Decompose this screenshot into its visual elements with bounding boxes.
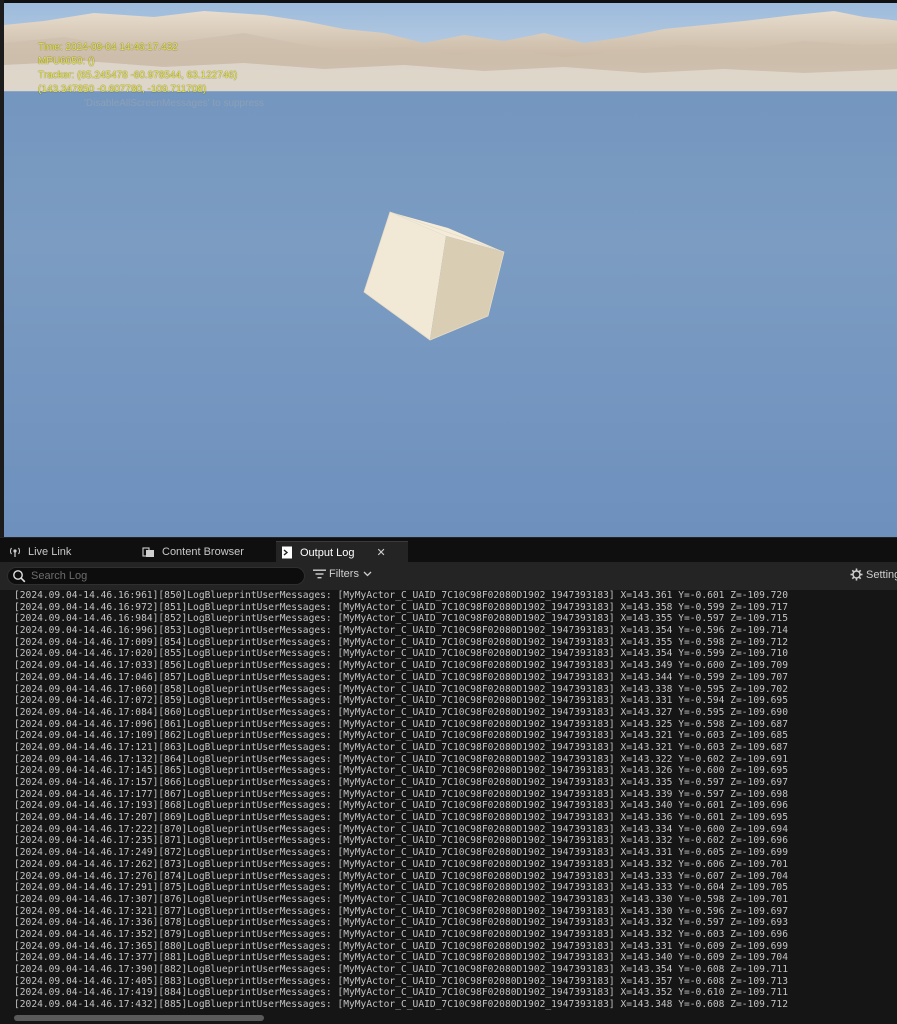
debug-tracker-line: Tracker: (65.245478 -60.978544, 63.12274… — [38, 70, 238, 81]
settings-button[interactable]: Settings — [850, 568, 897, 581]
suppress-hint: 'DisableAllScreenMessages' to suppress — [84, 98, 265, 109]
search-box[interactable] — [7, 567, 305, 585]
log-line[interactable]: [2024.09.04-14.46.17:177][867]LogBluepri… — [14, 789, 788, 801]
output-log-toolbar: Filters Settings — [0, 562, 897, 590]
output-log-panel[interactable]: [2024.09.04-14.46.16:961][850]LogBluepri… — [0, 590, 897, 1024]
log-line[interactable]: [2024.09.04-14.46.17:222][870]LogBluepri… — [14, 824, 788, 836]
log-line[interactable]: [2024.09.04-14.46.17:352][879]LogBluepri… — [14, 929, 788, 941]
tab-live-link[interactable]: Live Link — [8, 541, 71, 563]
log-line[interactable]: [2024.09.04-14.46.17:207][869]LogBluepri… — [14, 812, 788, 824]
log-line[interactable]: [2024.09.04-14.46.17:060][858]LogBluepri… — [14, 684, 788, 696]
search-input[interactable] — [31, 570, 281, 582]
log-line[interactable]: [2024.09.04-14.46.17:235][871]LogBluepri… — [14, 835, 788, 847]
chevron-down-icon — [363, 571, 372, 577]
log-line[interactable]: [2024.09.04-14.46.17:084][860]LogBluepri… — [14, 707, 788, 719]
tab-content-browser[interactable]: Content Browser — [142, 541, 244, 563]
live-link-icon — [8, 545, 22, 559]
log-line[interactable]: [2024.09.04-14.46.17:365][880]LogBluepri… — [14, 941, 788, 953]
tab-label: Live Link — [28, 546, 72, 558]
log-line[interactable]: [2024.09.04-14.46.17:132][864]LogBluepri… — [14, 754, 788, 766]
log-line[interactable]: [2024.09.04-14.46.16:984][852]LogBluepri… — [14, 613, 788, 625]
debug-time-line: Time: 2024-09-04 14:46:17.432 — [38, 42, 178, 53]
log-line[interactable]: [2024.09.04-14.46.17:109][862]LogBluepri… — [14, 730, 788, 742]
log-line[interactable]: [2024.09.04-14.46.17:121][863]LogBluepri… — [14, 742, 788, 754]
log-line[interactable]: [2024.09.04-14.46.16:996][853]LogBluepri… — [14, 625, 788, 637]
log-line[interactable]: [2024.09.04-14.46.17:307][876]LogBluepri… — [14, 894, 788, 906]
tab-label: Output Log — [300, 546, 355, 559]
log-line[interactable]: [2024.09.04-14.46.17:096][861]LogBluepri… — [14, 719, 788, 731]
close-icon[interactable]: ✕ — [376, 546, 385, 559]
gear-icon — [850, 568, 863, 581]
log-line[interactable]: [2024.09.04-14.46.17:321][877]LogBluepri… — [14, 906, 788, 918]
level-viewport[interactable]: Time: 2024-09-04 14:46:17.432 MPU6050: (… — [0, 0, 897, 537]
log-line[interactable]: [2024.09.04-14.46.16:972][851]LogBluepri… — [14, 602, 788, 614]
tab-label: Content Browser — [162, 546, 244, 558]
log-line[interactable]: [2024.09.04-14.46.17:072][859]LogBluepri… — [14, 695, 788, 707]
log-line[interactable]: [2024.09.04-14.46.17:262][873]LogBluepri… — [14, 859, 788, 871]
log-line[interactable]: [2024.09.04-14.46.17:046][857]LogBluepri… — [14, 672, 788, 684]
tab-output-log[interactable]: Output Log ✕ — [276, 541, 408, 563]
filters-dropdown[interactable]: Filters — [313, 568, 372, 580]
horizontal-scrollbar[interactable] — [14, 1015, 264, 1021]
settings-label: Settings — [866, 568, 897, 581]
log-line[interactable]: [2024.09.04-14.46.17:419][884]LogBluepri… — [14, 987, 788, 999]
log-line[interactable]: [2024.09.04-14.46.17:405][883]LogBluepri… — [14, 976, 788, 988]
filters-label: Filters — [329, 568, 359, 580]
log-line[interactable]: [2024.09.04-14.46.17:377][881]LogBluepri… — [14, 952, 788, 964]
on-screen-debug-messages: Time: 2024-09-04 14:46:17.432 MPU6050: (… — [38, 41, 237, 97]
log-lines: [2024.09.04-14.46.16:961][850]LogBluepri… — [14, 590, 788, 1011]
log-line[interactable]: [2024.09.04-14.46.17:157][866]LogBluepri… — [14, 777, 788, 789]
debug-mpu-line: MPU6050: () — [38, 56, 95, 67]
cube-actor[interactable] — [360, 208, 510, 344]
log-line[interactable]: [2024.09.04-14.46.17:033][856]LogBluepri… — [14, 660, 788, 672]
search-icon — [12, 569, 26, 583]
debug-position-line: (143.347850 -0.607780, -109.711708) — [38, 84, 207, 95]
log-line[interactable]: [2024.09.04-14.46.17:336][878]LogBluepri… — [14, 917, 788, 929]
log-line[interactable]: [2024.09.04-14.46.16:961][850]LogBluepri… — [14, 590, 788, 602]
content-browser-icon — [142, 545, 156, 559]
log-line[interactable]: [2024.09.04-14.46.17:432][885]LogBluepri… — [14, 999, 788, 1011]
log-line[interactable]: [2024.09.04-14.46.17:020][855]LogBluepri… — [14, 648, 788, 660]
log-line[interactable]: [2024.09.04-14.46.17:291][875]LogBluepri… — [14, 882, 788, 894]
panel-tab-bar: Live Link Content Browser Output Log ✕ — [0, 537, 897, 563]
log-line[interactable]: [2024.09.04-14.46.17:249][872]LogBluepri… — [14, 847, 788, 859]
filter-icon — [313, 569, 326, 579]
output-log-icon — [280, 546, 294, 560]
log-line[interactable]: [2024.09.04-14.46.17:193][868]LogBluepri… — [14, 800, 788, 812]
log-line[interactable]: [2024.09.04-14.46.17:009][854]LogBluepri… — [14, 637, 788, 649]
log-line[interactable]: [2024.09.04-14.46.17:145][865]LogBluepri… — [14, 765, 788, 777]
log-line[interactable]: [2024.09.04-14.46.17:276][874]LogBluepri… — [14, 871, 788, 883]
log-line[interactable]: [2024.09.04-14.46.17:390][882]LogBluepri… — [14, 964, 788, 976]
